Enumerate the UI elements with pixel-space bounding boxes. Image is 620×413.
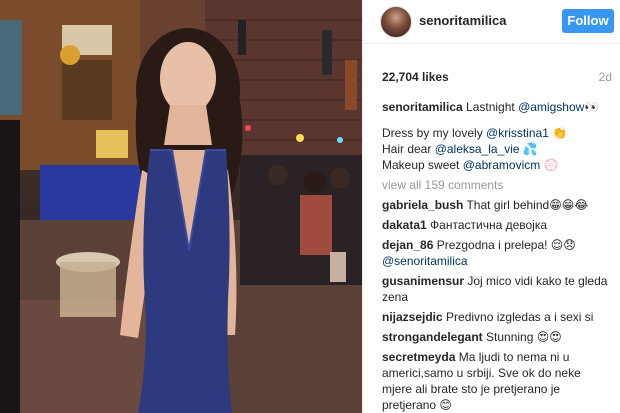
comment-text: Prezgodna i prelepa! 😌😞 (433, 238, 576, 252)
comment-item: secretmeyda Ma ljudi to nema ni u americ… (382, 349, 614, 413)
mention-krisstina1[interactable]: @krisstina1 (486, 126, 549, 140)
post-username[interactable]: senoritamilica (419, 13, 506, 28)
view-all-comments-link[interactable]: view all 159 comments (382, 177, 614, 193)
caption-emoji-4: 💮 (540, 158, 559, 172)
mention-senoritamilica[interactable]: @senoritamilica (382, 254, 468, 268)
mention-abramovicm[interactable]: @abramovicm (463, 158, 541, 172)
comment-username[interactable]: gabriela_bush (382, 198, 463, 212)
comment-item: gabriela_bush That girl behind😁😁😂 (382, 197, 614, 213)
photo-illustration (0, 0, 362, 413)
avatar[interactable] (380, 6, 412, 38)
comment-item: gusanimensur Joj mico vidi kako te gleda… (382, 273, 614, 305)
follow-button[interactable]: Follow (562, 9, 614, 33)
comment-username[interactable]: secretmeyda (382, 350, 455, 364)
comment-username[interactable]: dejan_86 (382, 238, 433, 252)
comment-item: dakata1 Фантастична девојка (382, 217, 614, 233)
comment-item: dejan_86 Prezgodna i prelepa! 😌😞 @senorit… (382, 237, 614, 269)
post-photo[interactable] (0, 0, 362, 413)
caption-emoji-1: 👀 (584, 100, 600, 114)
comment-text: That girl behind😁😁😂 (463, 198, 589, 212)
post-header: senoritamilica Follow (363, 0, 620, 44)
comment-username[interactable]: nijazsejdic (382, 310, 443, 324)
caption: senoritamilica Lastnight @amigshow👀 Dres… (382, 99, 614, 173)
likes-count[interactable]: 22,704 likes (382, 70, 449, 84)
mention-amigshow[interactable]: @amigshow (518, 100, 584, 114)
comment-item: strongandelegant Stunning 😍😍 (382, 329, 614, 345)
comment-text: Stunning 😍😍 (482, 330, 562, 344)
post-age[interactable]: 2d (599, 70, 612, 84)
comment-username[interactable]: strongandelegant (382, 330, 483, 344)
caption-text-3: Hair dear (382, 142, 435, 156)
caption-text-2: Dress by my lovely (382, 126, 487, 140)
caption-username[interactable]: senoritamilica (382, 100, 463, 114)
caption-emoji-3: 💦 (519, 142, 538, 156)
comment-text: Predivno izgledas a i sexi si (442, 310, 594, 324)
mention-aleksa[interactable]: @aleksa_la_vie (435, 142, 520, 156)
comments-section: senoritamilica Lastnight @amigshow👀 Dres… (382, 99, 614, 413)
comment-username[interactable]: gusanimensur (382, 274, 464, 288)
comment-item: nijazsejdic Predivno izgledas a i sexi s… (382, 309, 614, 325)
comment-text: Фантастична девојка (426, 218, 548, 232)
comment-username[interactable]: dakata1 (382, 218, 427, 232)
caption-text-1: Lastnight (462, 100, 519, 114)
caption-text-4: Makeup sweet (382, 158, 463, 172)
caption-emoji-2: 👏 (548, 126, 568, 140)
post-panel: senoritamilica Follow 22,704 likes 2d se… (362, 0, 620, 413)
